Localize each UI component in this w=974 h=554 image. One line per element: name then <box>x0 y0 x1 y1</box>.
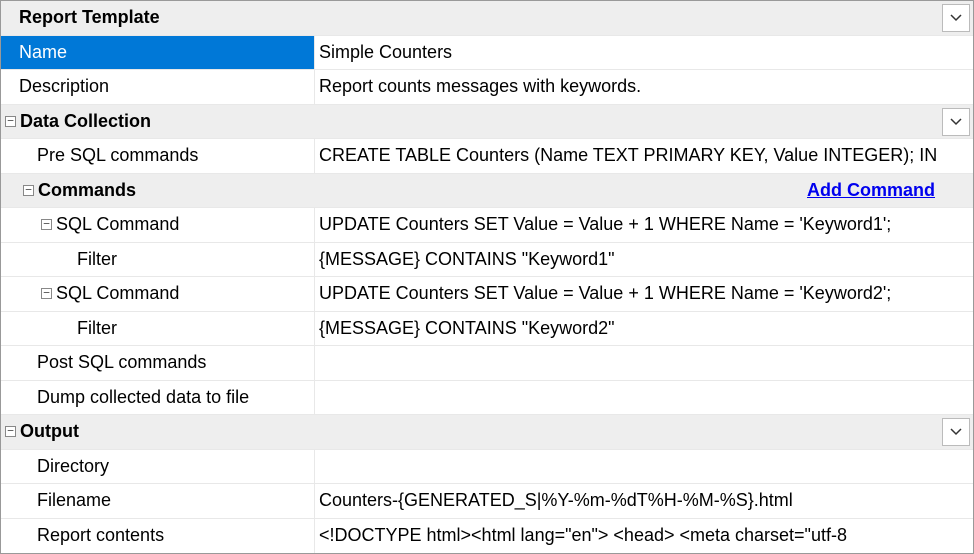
row-description[interactable]: Description Report counts messages with … <box>1 70 973 105</box>
description-label: Description <box>19 76 109 97</box>
filter-value[interactable]: {MESSAGE} CONTAINS "Keyword1" <box>319 249 615 270</box>
contents-label: Report contents <box>37 525 164 546</box>
chevron-down-icon <box>950 428 962 436</box>
row-name[interactable]: Name Simple Counters <box>1 36 973 71</box>
filename-value[interactable]: Counters-{GENERATED_S|%Y-%m-%dT%H-%M-%S}… <box>319 490 793 511</box>
pre-sql-label: Pre SQL commands <box>37 145 198 166</box>
row-directory[interactable]: Directory <box>1 450 973 485</box>
dropdown-button[interactable] <box>942 108 970 136</box>
dump-label: Dump collected data to file <box>37 387 249 408</box>
filter-label: Filter <box>77 318 117 339</box>
section-heading: Report Template <box>19 7 160 28</box>
row-filename[interactable]: Filename Counters-{GENERATED_S|%Y-%m-%dT… <box>1 484 973 519</box>
expander-icon[interactable] <box>5 116 16 127</box>
sql-command-value[interactable]: UPDATE Counters SET Value = Value + 1 WH… <box>319 283 891 304</box>
subsection-commands[interactable]: Commands Add Command <box>1 174 973 209</box>
row-sql-command[interactable]: SQL Command UPDATE Counters SET Value = … <box>1 277 973 312</box>
name-label: Name <box>19 42 67 63</box>
row-post-sql[interactable]: Post SQL commands <box>1 346 973 381</box>
sql-command-value[interactable]: UPDATE Counters SET Value = Value + 1 WH… <box>319 214 891 235</box>
expander-icon[interactable] <box>41 288 52 299</box>
section-output[interactable]: Output <box>1 415 973 450</box>
sql-command-label: SQL Command <box>56 214 179 235</box>
filter-label: Filter <box>77 249 117 270</box>
chevron-down-icon <box>950 14 962 22</box>
dropdown-button[interactable] <box>942 4 970 32</box>
section-report-template[interactable]: Report Template <box>1 1 973 36</box>
section-heading: Data Collection <box>20 111 151 132</box>
description-value[interactable]: Report counts messages with keywords. <box>319 76 641 97</box>
filename-label: Filename <box>37 490 111 511</box>
dropdown-button[interactable] <box>942 418 970 446</box>
row-sql-command[interactable]: SQL Command UPDATE Counters SET Value = … <box>1 208 973 243</box>
section-data-collection[interactable]: Data Collection <box>1 105 973 140</box>
filter-value[interactable]: {MESSAGE} CONTAINS "Keyword2" <box>319 318 615 339</box>
chevron-down-icon <box>950 118 962 126</box>
directory-label: Directory <box>37 456 109 477</box>
commands-heading: Commands <box>38 180 136 201</box>
row-pre-sql[interactable]: Pre SQL commands CREATE TABLE Counters (… <box>1 139 973 174</box>
section-heading: Output <box>20 421 79 442</box>
property-grid: Report Template Name Simple Counters Des… <box>1 1 973 553</box>
row-filter[interactable]: Filter {MESSAGE} CONTAINS "Keyword2" <box>1 312 973 347</box>
post-sql-label: Post SQL commands <box>37 352 206 373</box>
expander-icon[interactable] <box>41 219 52 230</box>
expander-icon[interactable] <box>5 426 16 437</box>
row-filter[interactable]: Filter {MESSAGE} CONTAINS "Keyword1" <box>1 243 973 278</box>
name-value[interactable]: Simple Counters <box>319 42 452 63</box>
sql-command-label: SQL Command <box>56 283 179 304</box>
contents-value[interactable]: <!DOCTYPE html><html lang="en"> <head> <… <box>319 525 847 546</box>
add-command-link[interactable]: Add Command <box>807 180 969 201</box>
expander-icon[interactable] <box>23 185 34 196</box>
row-report-contents[interactable]: Report contents <!DOCTYPE html><html lan… <box>1 519 973 554</box>
pre-sql-value[interactable]: CREATE TABLE Counters (Name TEXT PRIMARY… <box>319 145 937 166</box>
row-dump[interactable]: Dump collected data to file <box>1 381 973 416</box>
